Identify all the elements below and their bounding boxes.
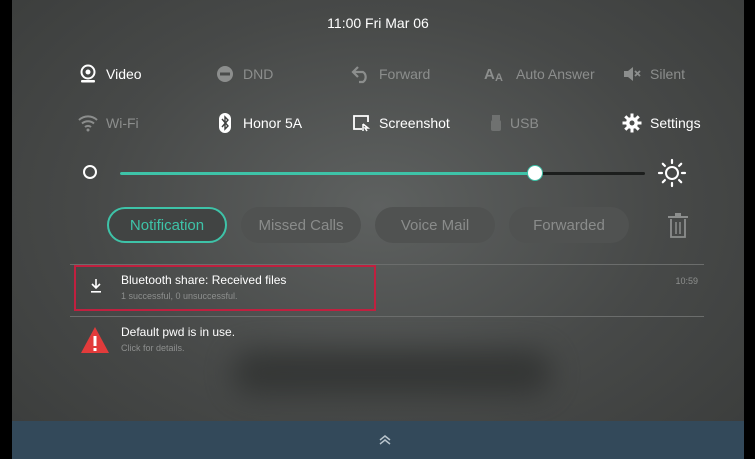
usb-toggle[interactable]: USB <box>490 111 539 135</box>
video-toggle[interactable]: Video <box>78 62 142 86</box>
brightness-slider-handle[interactable] <box>526 165 543 181</box>
video-icon <box>78 64 98 84</box>
tab-notification[interactable]: Notification <box>107 207 227 243</box>
tab-missed-calls-label: Missed Calls <box>258 216 344 234</box>
tab-forwarded[interactable]: Forwarded <box>509 207 629 243</box>
brightness-slider[interactable] <box>120 165 645 181</box>
notification-panel: 11:00 Fri Mar 06 Video DND Forward AA Au… <box>12 0 744 459</box>
tab-forwarded-label: Forwarded <box>533 216 605 234</box>
silent-icon <box>622 64 642 84</box>
svg-text:A: A <box>495 72 503 84</box>
wifi-toggle[interactable]: Wi-Fi <box>78 111 139 135</box>
status-bar: 11:00 Fri Mar 06 <box>12 0 744 50</box>
tab-voice-mail[interactable]: Voice Mail <box>375 207 495 243</box>
tab-missed-calls[interactable]: Missed Calls <box>241 207 361 243</box>
auto-answer-toggle[interactable]: AA Auto Answer <box>484 62 595 86</box>
silent-label: Silent <box>650 66 686 82</box>
video-label: Video <box>106 66 142 82</box>
silent-toggle[interactable]: Silent <box>622 62 685 86</box>
forward-label: Forward <box>379 66 431 82</box>
background-blur <box>232 350 552 395</box>
screenshot-label: Screenshot <box>379 115 450 131</box>
brightness-low-icon <box>83 165 97 179</box>
bluetooth-icon <box>215 113 235 133</box>
chevron-up-icon[interactable] <box>378 433 392 445</box>
svg-text:A: A <box>484 66 495 83</box>
notification-title: Default pwd is in use. <box>121 325 236 339</box>
usb-icon <box>490 113 502 133</box>
brightness-slider-fill <box>120 172 535 175</box>
tab-notification-label: Notification <box>129 216 205 234</box>
usb-label: USB <box>510 115 539 131</box>
auto-answer-label: Auto Answer <box>516 66 595 82</box>
auto-answer-icon: AA <box>484 64 508 84</box>
status-time: 11:00 Fri Mar 06 <box>327 15 429 31</box>
screenshot-icon <box>351 113 371 133</box>
bluetooth-label: Honor 5A <box>243 115 303 131</box>
bluetooth-toggle[interactable]: Honor 5A <box>215 111 302 135</box>
gear-icon <box>622 113 642 133</box>
notification-time: 10:59 <box>675 276 698 286</box>
warning-icon <box>80 326 110 359</box>
settings-toggle[interactable]: Settings <box>622 111 701 135</box>
trash-icon[interactable] <box>667 213 689 239</box>
dnd-toggle[interactable]: DND <box>215 62 273 86</box>
brightness-high-icon <box>657 158 687 188</box>
tab-voice-mail-label: Voice Mail <box>400 216 470 234</box>
settings-label: Settings <box>650 115 701 131</box>
screenshot-toggle[interactable]: Screenshot <box>351 111 450 135</box>
highlight-box <box>74 265 376 311</box>
wifi-label: Wi-Fi <box>106 115 139 131</box>
wifi-icon <box>78 113 98 133</box>
forward-icon <box>351 64 371 84</box>
forward-toggle[interactable]: Forward <box>351 62 430 86</box>
dnd-label: DND <box>243 66 274 82</box>
bottom-bar[interactable] <box>12 421 744 459</box>
notification-subtitle: Click for details. <box>121 343 185 353</box>
dnd-icon <box>215 64 235 84</box>
